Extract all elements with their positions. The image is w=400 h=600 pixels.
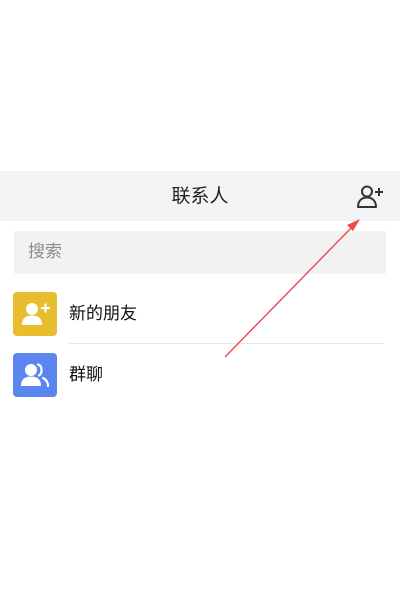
list-item-group-chat[interactable]: 群聊 <box>0 347 400 403</box>
top-bar: 联系人 <box>0 171 400 221</box>
search-placeholder: 搜索 <box>28 242 62 262</box>
add-user-icon <box>357 185 383 208</box>
add-friend-button[interactable] <box>356 184 384 210</box>
page-title: 联系人 <box>171 185 229 207</box>
divider <box>69 343 384 344</box>
group-chat-label: 群聊 <box>69 365 103 385</box>
search-input[interactable]: 搜索 <box>14 231 386 274</box>
new-friends-label: 新的朋友 <box>69 304 137 324</box>
list-item-new-friends[interactable]: 新的朋友 <box>0 286 400 342</box>
new-friend-icon <box>13 292 57 336</box>
group-icon <box>13 353 57 397</box>
